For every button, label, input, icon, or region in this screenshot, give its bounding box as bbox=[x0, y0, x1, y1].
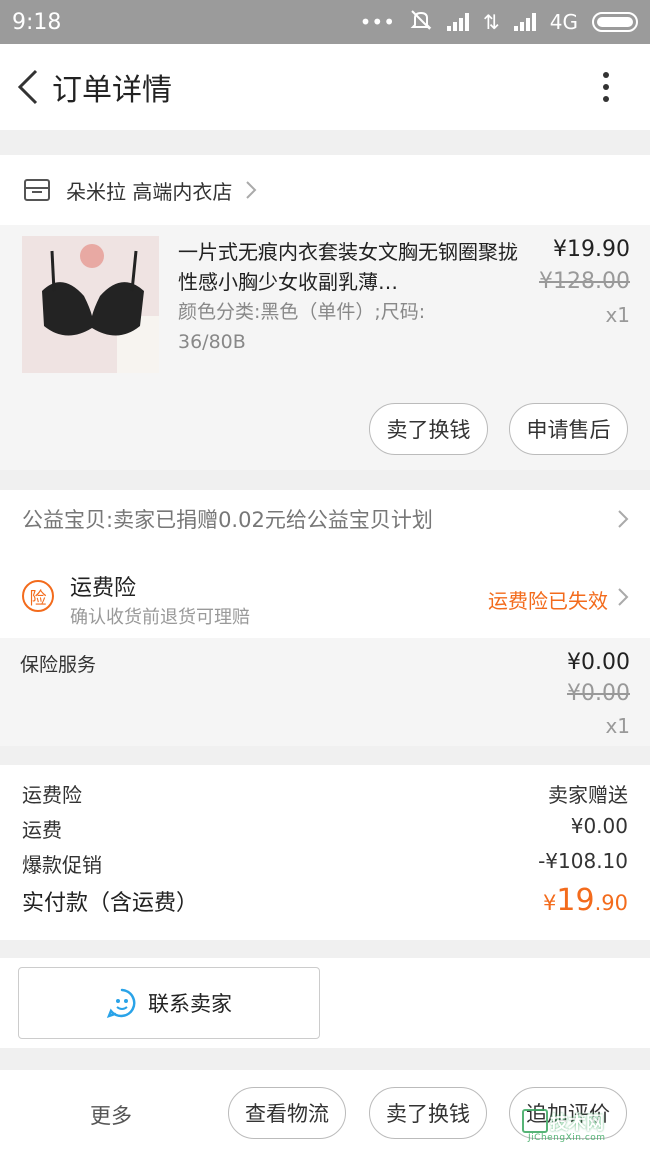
total-label: 实付款（含运费） bbox=[22, 891, 199, 916]
sell-button-bottom[interactable]: 卖了换钱 bbox=[369, 1087, 487, 1139]
watermark-sub: JiChengXin.com bbox=[528, 1133, 606, 1143]
service-name: 保险服务 bbox=[20, 654, 97, 676]
insurance-status: 运费险已失效 bbox=[488, 589, 608, 613]
status-time: 9:18 bbox=[12, 9, 62, 35]
status-bar: 9:18 ••• ⇅ 4G bbox=[0, 0, 650, 44]
watermark-text: 技术网 bbox=[550, 1113, 604, 1134]
contact-seller-button[interactable]: 联系卖家 bbox=[18, 967, 320, 1039]
data-transfer-icon: ⇅ bbox=[483, 10, 500, 34]
summary-value: 卖家赠送 bbox=[548, 783, 628, 807]
summary-row: 运费 ¥0.00 bbox=[22, 814, 628, 843]
service-price: ¥0.00 bbox=[567, 650, 630, 675]
insurance-name: 运费险 bbox=[70, 576, 137, 601]
more-dots-icon: ••• bbox=[359, 10, 395, 34]
contact-section: 联系卖家 bbox=[0, 958, 650, 1048]
more-vertical-icon bbox=[603, 72, 609, 78]
signal-icon bbox=[447, 13, 469, 31]
summary-label: 爆款促销 bbox=[22, 853, 102, 877]
chevron-right-icon bbox=[246, 181, 257, 199]
charity-row[interactable]: 公益宝贝:卖家已捐赠0.02元给公益宝贝计划 bbox=[0, 490, 650, 548]
summary-row: 爆款促销 -¥108.10 bbox=[22, 849, 628, 878]
product-spec: 颜色分类:黑色（单件）;尺码: 36/80B bbox=[178, 301, 426, 353]
product-price: ¥19.90 bbox=[553, 237, 630, 262]
total-value: ¥19.90 bbox=[543, 883, 628, 918]
network-type: 4G bbox=[549, 10, 578, 34]
chevron-right-icon bbox=[618, 588, 629, 606]
shop-icon bbox=[24, 179, 50, 201]
insurance-icon: 险 bbox=[22, 580, 54, 612]
mute-icon bbox=[409, 9, 433, 36]
total-decimal: .90 bbox=[594, 891, 628, 915]
insurance-desc: 确认收货前退货可理赔 bbox=[70, 607, 250, 628]
insurance-service-item[interactable]: 保险服务 ¥0.00 ¥0.00 x1 bbox=[0, 638, 650, 746]
back-arrow-icon bbox=[17, 69, 38, 105]
shipping-insurance-row[interactable]: 险 运费险 确认收货前退货可理赔 运费险已失效 bbox=[0, 548, 650, 638]
signal-icon-2 bbox=[513, 13, 536, 31]
chevron-right-icon bbox=[618, 510, 629, 528]
service-original-price: ¥0.00 bbox=[567, 681, 630, 706]
shop-row[interactable]: 朵米拉 高端内衣店 bbox=[0, 155, 650, 225]
contact-seller-label: 联系卖家 bbox=[148, 992, 232, 1016]
bottom-action-bar: 更多 查看物流 卖了换钱 追加评价 技术网 JiChengXin.com bbox=[0, 1070, 650, 1155]
chat-face-icon bbox=[106, 988, 136, 1019]
bra-image-icon bbox=[22, 236, 159, 373]
order-summary: 运费险 卖家赠送 运费 ¥0.00 爆款促销 -¥108.10 实付款（含运费）… bbox=[0, 765, 650, 940]
product-item[interactable]: 一片式无痕内衣套装女文胸无钢圈聚拢性感小胸少女收副乳薄… 颜色分类:黑色（单件）… bbox=[0, 225, 650, 470]
battery-icon bbox=[592, 12, 638, 32]
shop-name: 朵米拉 高端内衣店 bbox=[66, 179, 233, 204]
app-header: 订单详情 bbox=[0, 44, 650, 130]
summary-label: 运费 bbox=[22, 818, 62, 842]
product-image[interactable] bbox=[22, 236, 159, 373]
watermark-box-icon bbox=[522, 1109, 548, 1133]
product-original-price: ¥128.00 bbox=[539, 269, 630, 294]
total-currency: ¥ bbox=[543, 891, 557, 915]
total-row: 实付款（含运费） ¥19.90 bbox=[22, 883, 628, 918]
summary-value: ¥0.00 bbox=[570, 814, 628, 838]
more-menu-button[interactable] bbox=[586, 67, 626, 107]
product-name[interactable]: 一片式无痕内衣套装女文胸无钢圈聚拢性感小胸少女收副乳薄… bbox=[178, 237, 518, 297]
summary-row: 运费险 卖家赠送 bbox=[22, 779, 628, 808]
back-button[interactable] bbox=[8, 67, 48, 107]
view-logistics-button[interactable]: 查看物流 bbox=[228, 1087, 346, 1139]
page-title: 订单详情 bbox=[52, 73, 172, 108]
watermark-logo: 技术网 JiChengXin.com bbox=[520, 1107, 640, 1147]
summary-label: 运费险 bbox=[22, 783, 82, 807]
total-integer: 19 bbox=[556, 883, 595, 918]
charity-text: 公益宝贝:卖家已捐赠0.02元给公益宝贝计划 bbox=[22, 508, 433, 532]
more-link[interactable]: 更多 bbox=[90, 1100, 132, 1130]
product-quantity: x1 bbox=[605, 303, 630, 327]
sell-button[interactable]: 卖了换钱 bbox=[369, 403, 488, 455]
summary-value: -¥108.10 bbox=[538, 849, 628, 873]
service-quantity: x1 bbox=[605, 714, 630, 738]
after-sale-button[interactable]: 申请售后 bbox=[509, 403, 628, 455]
